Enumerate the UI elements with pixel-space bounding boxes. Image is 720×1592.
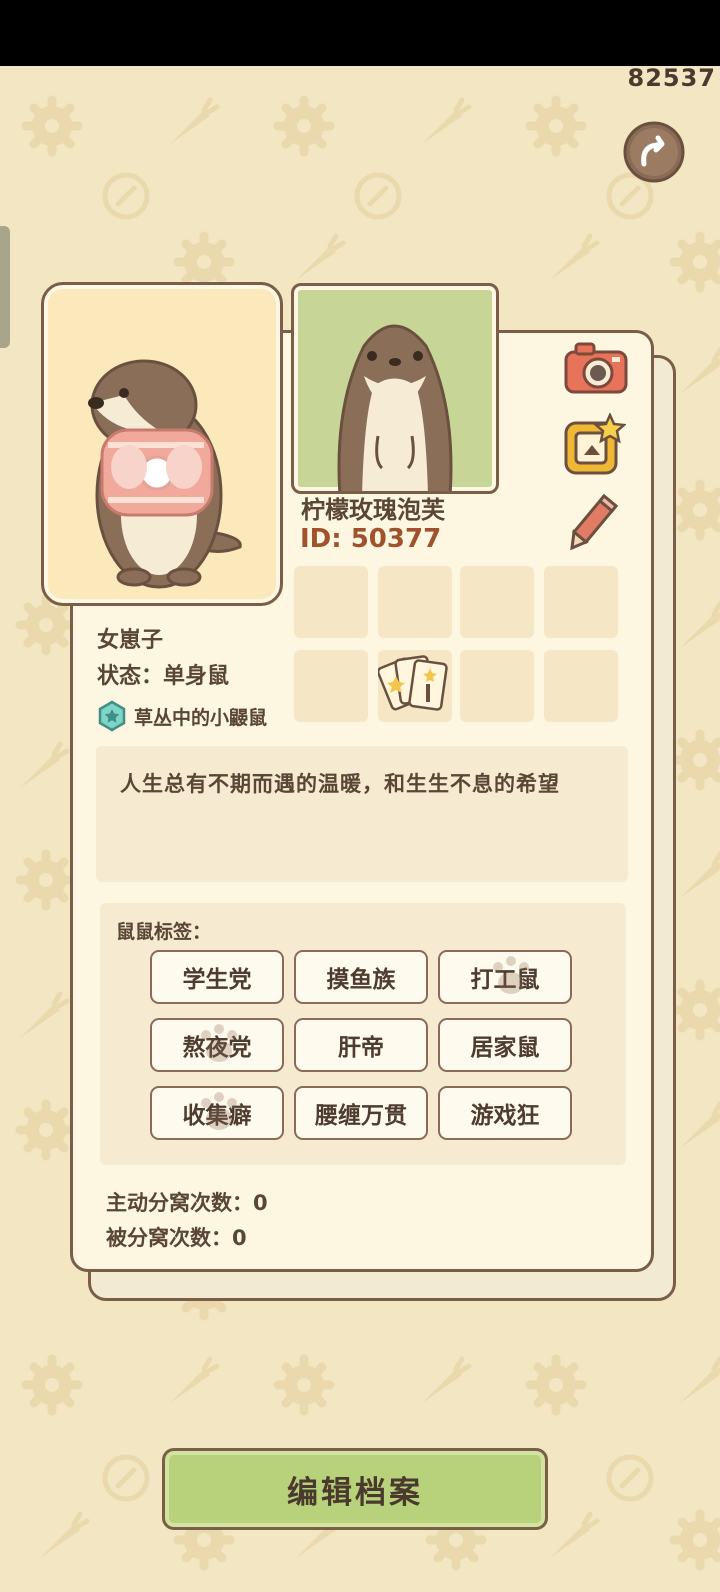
- star-cards-icon: [376, 655, 448, 711]
- tag-chip[interactable]: 收集癖: [150, 1086, 284, 1140]
- frame-star-icon[interactable]: [562, 413, 626, 477]
- status-label: 状态：单身鼠: [97, 664, 230, 689]
- pencil-icon[interactable]: [568, 492, 620, 552]
- badge-label: 草丛中的小鼹鼠: [134, 706, 268, 729]
- back-arrow-icon[interactable]: [622, 120, 686, 184]
- tag-chip[interactable]: 打工鼠: [438, 950, 572, 1004]
- collection-slot[interactable]: [460, 566, 534, 638]
- bio-text: 人生总有不期而遇的温暖，和生生不息的希望: [120, 772, 560, 796]
- tag-chip[interactable]: 游戏狂: [438, 1086, 572, 1140]
- tags-title: 鼠鼠标签：: [116, 921, 212, 943]
- star-badge-icon: [98, 700, 126, 732]
- counter-text: 82537: [627, 64, 716, 92]
- gender-label: 女崽子: [97, 628, 164, 653]
- collection-slot[interactable]: [544, 566, 618, 638]
- tag-chip[interactable]: 腰缠万贯: [294, 1086, 428, 1140]
- passive-split-count: 被分窝次数：0: [106, 1226, 247, 1250]
- user-id: ID: 50377: [300, 524, 442, 554]
- tag-chip[interactable]: 摸鱼族: [294, 950, 428, 1004]
- active-split-count: 主动分窝次数：0: [106, 1191, 268, 1215]
- edit-profile-button[interactable]: 编辑档案: [162, 1448, 548, 1530]
- tag-chip[interactable]: 学生党: [150, 950, 284, 1004]
- tags-section: 鼠鼠标签： 学生党 摸鱼族 打工鼠 熬夜党 肝帝 居家鼠 收集癖 腰缠万贯 游戏…: [100, 903, 626, 1165]
- collection-slot[interactable]: [544, 650, 618, 722]
- bio-box: 人生总有不期而遇的温暖，和生生不息的希望: [96, 746, 628, 882]
- status-bar: [0, 0, 720, 66]
- collection-slot[interactable]: [294, 566, 368, 638]
- side-drawer-handle[interactable]: [0, 226, 10, 348]
- collection-slot[interactable]: [460, 650, 534, 722]
- collection-slot[interactable]: [294, 650, 368, 722]
- collection-slot[interactable]: [376, 650, 452, 722]
- nickname: 柠檬玫瑰泡芙: [301, 496, 445, 524]
- tag-chip[interactable]: 肝帝: [294, 1018, 428, 1072]
- collection-slot[interactable]: [378, 566, 452, 638]
- camera-icon[interactable]: [562, 340, 630, 398]
- title-badge[interactable]: 草丛中的小鼹鼠: [96, 700, 267, 732]
- tag-chip[interactable]: 居家鼠: [438, 1018, 572, 1072]
- tag-chip[interactable]: 熬夜党: [150, 1018, 284, 1072]
- avatar[interactable]: [291, 283, 499, 494]
- otter-sweater-image: [88, 359, 242, 589]
- character-portrait[interactable]: [41, 282, 283, 606]
- otter-avatar-image: [337, 324, 453, 491]
